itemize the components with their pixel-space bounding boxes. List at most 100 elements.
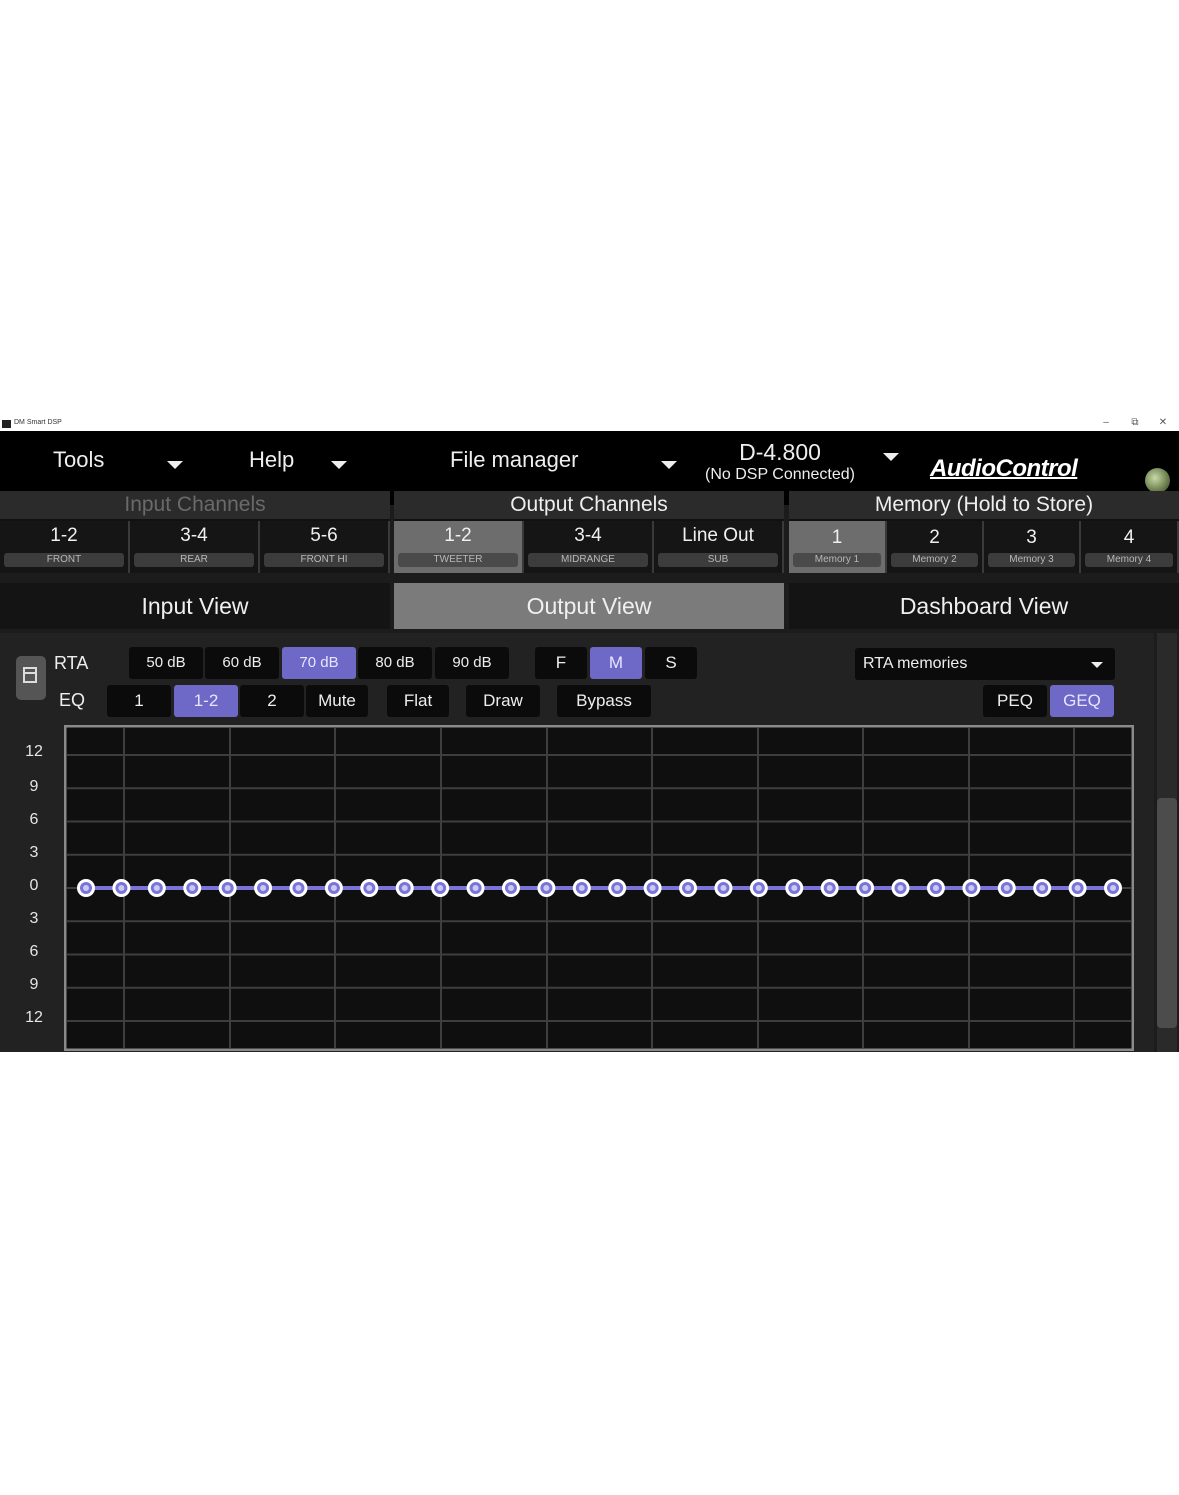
eq-band-handle-center bbox=[224, 885, 231, 891]
bypass-button[interactable]: Bypass bbox=[557, 685, 651, 717]
app-icon bbox=[2, 420, 11, 428]
memory-sublabel: Memory 3 bbox=[988, 553, 1075, 567]
eq-band-handle-center bbox=[685, 885, 692, 891]
eq-band-handle-center bbox=[932, 885, 939, 891]
eq-band-handle-center bbox=[153, 885, 160, 891]
eq-band-handle-center bbox=[1110, 885, 1116, 891]
draw-button[interactable]: Draw bbox=[466, 685, 540, 717]
eq-band-handle-center bbox=[862, 885, 869, 891]
input-channels-title: Input Channels bbox=[0, 491, 390, 521]
file-manager-menu[interactable]: File manager bbox=[450, 447, 578, 473]
app-window: DM Smart DSP – ⧉ ✕ Tools Help File manag… bbox=[0, 415, 1179, 1052]
mute-button[interactable]: Mute bbox=[306, 685, 368, 717]
memory-label: 4 bbox=[1123, 527, 1135, 548]
output-channel-1-2[interactable]: 1-2 TWEETER bbox=[394, 521, 524, 573]
eq-band-handle-center bbox=[968, 885, 975, 891]
memory-label: 1 bbox=[831, 527, 843, 548]
output-channel-3-4[interactable]: 3-4 MIDRANGE bbox=[524, 521, 654, 573]
memory-slot-4[interactable]: 4 Memory 4 bbox=[1081, 521, 1179, 573]
eq-band-handle-center bbox=[1003, 885, 1010, 891]
eq-label: EQ bbox=[59, 690, 86, 710]
eq-band-handle-center bbox=[720, 885, 727, 891]
tab-output-view[interactable]: Output View bbox=[394, 583, 784, 629]
rta-level-70db-button[interactable]: 70 dB bbox=[282, 647, 356, 679]
rta-label: RTA bbox=[54, 653, 89, 673]
device-selector[interactable]: D-4.800 (No DSP Connected) bbox=[700, 439, 860, 485]
rta-mode-f-button[interactable]: F bbox=[535, 647, 587, 679]
input-channel-3-4[interactable]: 3-4 REAR bbox=[130, 521, 260, 573]
memory-title: Memory (Hold to Store) bbox=[789, 491, 1179, 521]
minimize-icon[interactable]: – bbox=[1099, 417, 1113, 428]
scrollbar-thumb[interactable] bbox=[1157, 798, 1177, 1028]
eq-band-handle-center bbox=[755, 885, 762, 891]
eq-channel-1-button[interactable]: 1 bbox=[107, 685, 171, 717]
device-status: (No DSP Connected) bbox=[705, 466, 855, 483]
eq-band-handle-center bbox=[437, 885, 444, 891]
file-manager-chevron-down-icon[interactable] bbox=[661, 461, 677, 469]
restore-icon[interactable]: ⧉ bbox=[1128, 417, 1142, 428]
memory-label: 2 bbox=[929, 527, 940, 548]
rta-level-90db-button[interactable]: 90 dB bbox=[435, 647, 509, 679]
input-channels-group: Input Channels 1-2 FRONT 3-4 REAR 5-6 FR… bbox=[0, 491, 390, 573]
memory-slot-1[interactable]: 1 Memory 1 bbox=[789, 521, 887, 573]
brand-knob-icon bbox=[1145, 468, 1170, 493]
rta-level-80db-button[interactable]: 80 dB bbox=[358, 647, 432, 679]
channel-sublabel: SUB bbox=[658, 553, 778, 567]
eq-band-handle-center bbox=[791, 885, 798, 891]
eq-channel-1-2-button[interactable]: 1-2 bbox=[174, 685, 238, 717]
y-tick-label: 0 bbox=[29, 877, 39, 894]
help-chevron-down-icon[interactable] bbox=[331, 461, 347, 469]
tab-input-view[interactable]: Input View bbox=[0, 583, 390, 629]
eq-band-handle-center bbox=[826, 885, 833, 891]
eq-band-handle-center bbox=[649, 885, 656, 891]
help-menu[interactable]: Help bbox=[249, 447, 294, 473]
eq-band-handle-center bbox=[897, 885, 904, 891]
title-bar: DM Smart DSP – ⧉ ✕ bbox=[0, 415, 1179, 431]
output-channels-title: Output Channels bbox=[394, 491, 784, 521]
y-tick-label: 6 bbox=[29, 943, 39, 960]
device-chevron-down-icon[interactable] bbox=[883, 453, 899, 461]
rta-level-50db-button[interactable]: 50 dB bbox=[129, 647, 203, 679]
input-channel-5-6[interactable]: 5-6 FRONT HI bbox=[260, 521, 390, 573]
peq-button[interactable]: PEQ bbox=[983, 685, 1047, 717]
tools-menu[interactable]: Tools bbox=[53, 447, 104, 473]
geq-graph[interactable] bbox=[64, 725, 1134, 1051]
rta-level-60db-button[interactable]: 60 dB bbox=[205, 647, 279, 679]
rta-mode-s-button[interactable]: S bbox=[645, 647, 697, 679]
y-tick-label: 12 bbox=[25, 1009, 43, 1026]
panel-toggle-button[interactable] bbox=[16, 656, 46, 700]
memory-sublabel: Memory 4 bbox=[1085, 553, 1173, 567]
rta-memories-dropdown[interactable]: RTA memories bbox=[855, 648, 1115, 680]
eq-channel-2-button[interactable]: 2 bbox=[240, 685, 304, 717]
eq-band-handle-center bbox=[366, 885, 373, 891]
eq-band-handle-center bbox=[189, 885, 196, 891]
channel-sublabel: TWEETER bbox=[398, 553, 518, 567]
y-tick-label: 3 bbox=[29, 844, 39, 861]
output-channel-line-out[interactable]: Line Out SUB bbox=[654, 521, 784, 573]
eq-band-handle-center bbox=[1039, 885, 1046, 891]
memory-group: Memory (Hold to Store) 1 Memory 1 2 Memo… bbox=[789, 491, 1179, 573]
memory-sublabel: Memory 1 bbox=[793, 553, 881, 567]
output-channels-group: Output Channels 1-2 TWEETER 3-4 MIDRANGE… bbox=[394, 491, 784, 573]
close-icon[interactable]: ✕ bbox=[1156, 417, 1170, 428]
memory-slot-2[interactable]: 2 Memory 2 bbox=[887, 521, 984, 573]
y-tick-label: 12 bbox=[25, 743, 43, 760]
geq-button[interactable]: GEQ bbox=[1050, 685, 1114, 717]
flat-button[interactable]: Flat bbox=[387, 685, 449, 717]
input-channel-1-2[interactable]: 1-2 FRONT bbox=[0, 521, 130, 573]
channel-label: 3-4 bbox=[574, 525, 602, 546]
scrollbar[interactable] bbox=[1157, 633, 1177, 1052]
channel-label: 1-2 bbox=[50, 525, 78, 546]
window-title: DM Smart DSP bbox=[14, 419, 62, 426]
memory-slot-3[interactable]: 3 Memory 3 bbox=[984, 521, 1081, 573]
eq-band-handle-center bbox=[295, 885, 302, 891]
eq-band-handle-center bbox=[614, 885, 621, 891]
eq-band-handle-center bbox=[1074, 885, 1081, 891]
chevron-down-icon bbox=[1091, 662, 1103, 668]
rta-mode-m-button[interactable]: M bbox=[590, 647, 642, 679]
tab-dashboard-view[interactable]: Dashboard View bbox=[789, 583, 1179, 629]
y-tick-label: 9 bbox=[29, 778, 39, 795]
device-name: D-4.800 bbox=[739, 439, 821, 465]
tools-chevron-down-icon[interactable] bbox=[167, 461, 183, 469]
channel-label: 1-2 bbox=[444, 525, 472, 546]
